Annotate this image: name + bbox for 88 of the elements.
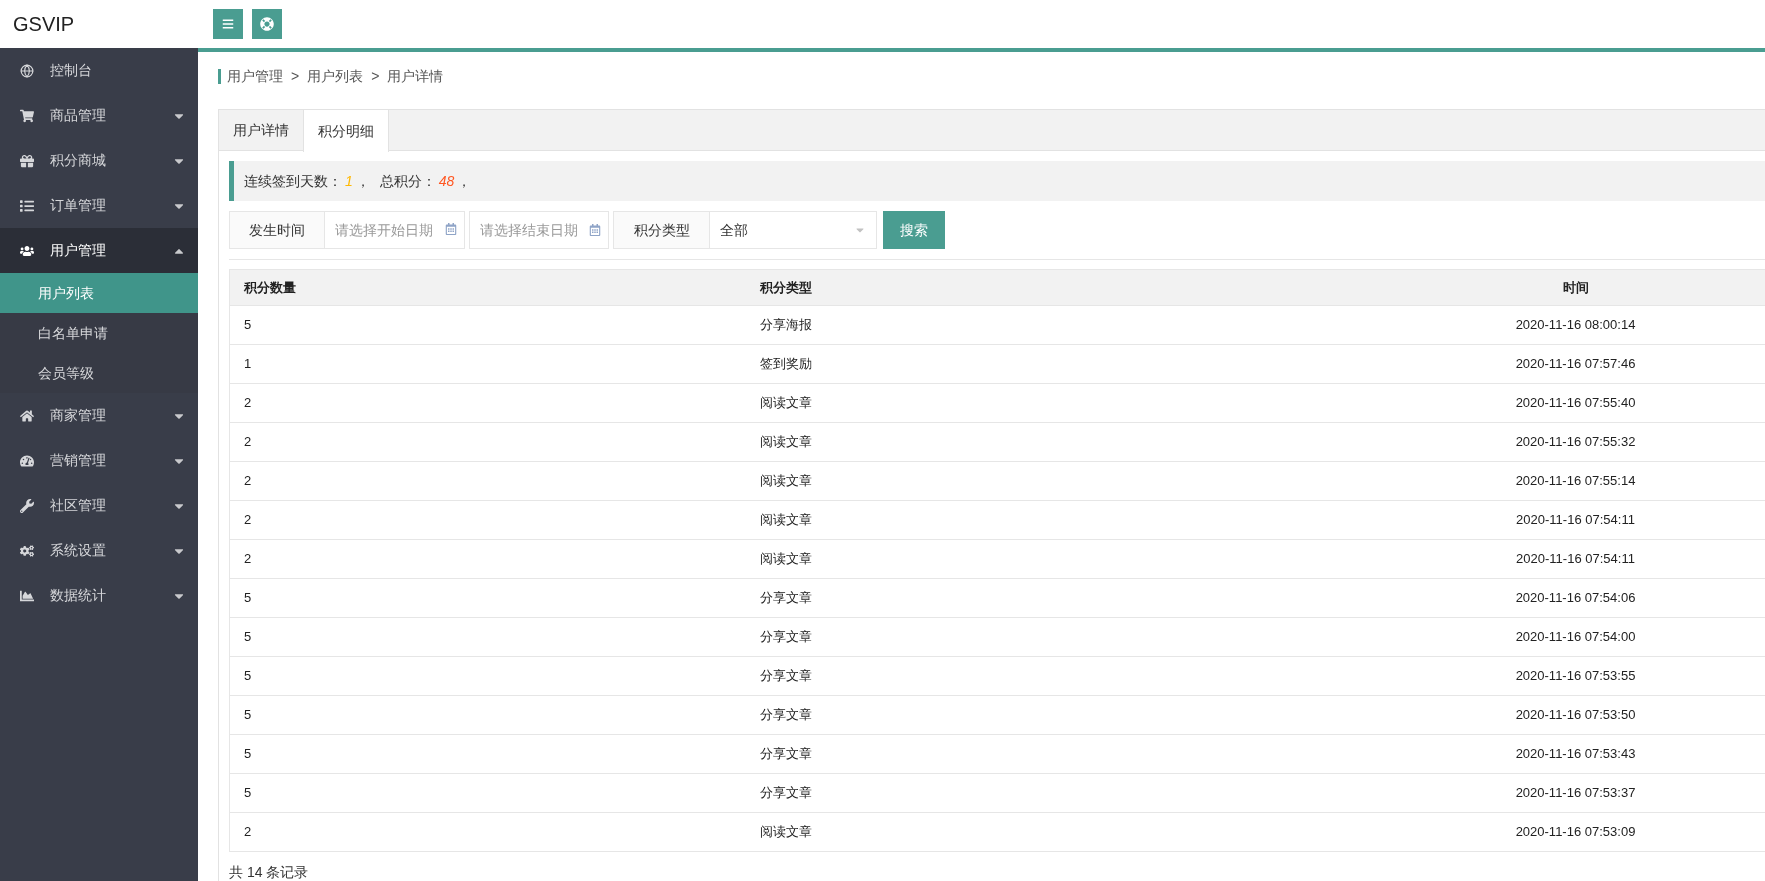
column-header: 积分类型 — [759, 278, 813, 297]
table-cell-text: 2020-11-16 07:54:11 — [1515, 511, 1636, 530]
column-header: 积分数量 — [243, 278, 297, 297]
house-icon — [20, 408, 34, 423]
sidebar-item[interactable]: 营销管理 — [0, 438, 198, 483]
table-cell-text: 2 — [243, 394, 253, 413]
help-button[interactable] — [252, 9, 282, 39]
users-icon — [20, 243, 34, 258]
table-cell-text: 2020-11-16 07:55:40 — [1514, 394, 1637, 413]
table-cell-text: 2020-11-16 08:00:14 — [1514, 316, 1637, 335]
summary-text: 总积分： 48 ， — [379, 171, 472, 191]
table-cell-text: 分享文章 — [759, 784, 813, 803]
table-cell-text: 5 — [243, 667, 253, 686]
table-cell-text: 阅读文章 — [759, 433, 813, 452]
wrench-icon — [20, 498, 34, 513]
table-cell-text: 2 — [243, 823, 253, 842]
life-ring-icon — [260, 17, 274, 31]
breadcrumb-link[interactable]: 用户详情 — [387, 65, 444, 87]
table-cell-text: 2020-11-16 07:57:46 — [1514, 355, 1637, 374]
table-cell-text: 2 — [243, 472, 253, 491]
sidebar-item[interactable]: 系统设置 — [0, 528, 198, 573]
table-cell-text: 分享文章 — [759, 745, 813, 764]
submenu-item[interactable]: 用户列表 — [0, 273, 198, 313]
cart-icon — [20, 108, 34, 123]
table-cell-text: 签到奖励 — [759, 355, 813, 374]
sidebar-item[interactable]: 用户管理 — [0, 228, 198, 273]
gears-icon — [20, 543, 34, 558]
area-chart-icon — [20, 588, 34, 603]
table-cell-text: 2 — [243, 433, 253, 452]
table-cell-text: 阅读文章 — [759, 823, 813, 842]
table-cell-text: 阅读文章 — [759, 511, 813, 530]
breadcrumb-link[interactable]: 用户管理 — [227, 65, 283, 87]
record-count: 共 14 条记录 — [229, 863, 310, 881]
table-cell-text: 2020-11-16 07:55:32 — [1514, 433, 1637, 452]
table-cell-text: 2020-11-16 07:55:14 — [1514, 472, 1637, 491]
tab[interactable]: 积分明细 — [303, 110, 389, 152]
gauge-icon — [20, 453, 34, 468]
logo: GSVIP — [12, 12, 76, 37]
table-cell-text: 分享文章 — [759, 628, 813, 647]
date-label: 发生时间 — [229, 211, 325, 249]
table-cell-text: 分享文章 — [759, 706, 813, 725]
table-cell-text: 5 — [243, 784, 253, 803]
table-cell-text: 阅读文章 — [759, 550, 813, 569]
table-cell-text: 2020-11-16 07:54:06 — [1514, 589, 1637, 608]
globe-icon — [20, 63, 34, 78]
table-cell-text: 分享文章 — [759, 589, 813, 608]
sidebar-item[interactable]: 订单管理 — [0, 183, 198, 228]
table-cell-text: 1 — [243, 355, 253, 374]
table-cell-text: 5 — [243, 589, 253, 608]
table-cell-text: 5 — [243, 706, 253, 725]
calendar-icon — [445, 223, 457, 235]
menu-icon — [222, 18, 234, 30]
sidebar-item[interactable]: 社区管理 — [0, 483, 198, 528]
column-header: 时间 — [1561, 278, 1590, 297]
table-cell-text: 5 — [243, 628, 253, 647]
table-cell-text: 2 — [243, 511, 253, 530]
table-cell-text: 2020-11-16 07:53:55 — [1514, 667, 1637, 686]
submenu-item[interactable]: 白名单申请 — [0, 313, 198, 353]
sidebar-item[interactable]: 商家管理 — [0, 393, 198, 438]
sidebar-item[interactable]: 商品管理 — [0, 93, 198, 138]
table-cell-text: 2020-11-16 07:54:11 — [1515, 550, 1636, 569]
table-cell-text: 阅读文章 — [759, 394, 813, 413]
table-cell-text: 分享文章 — [759, 667, 813, 686]
breadcrumb-separator: > — [371, 66, 380, 86]
calendar-icon — [589, 224, 601, 236]
tab[interactable]: 用户详情 — [219, 110, 303, 150]
table-cell-text: 2020-11-16 07:54:00 — [1514, 628, 1637, 647]
sidebar-item[interactable]: 控制台 — [0, 48, 198, 93]
breadcrumb-separator: > — [291, 66, 300, 86]
end-date-field[interactable]: 请选择结束日期 — [469, 211, 609, 249]
table-cell-text: 2020-11-16 07:53:37 — [1514, 784, 1637, 803]
start-date-field[interactable]: 请选择开始日期 — [325, 211, 465, 249]
sidebar-item[interactable]: 积分商城 — [0, 138, 198, 183]
list-icon — [20, 198, 34, 213]
table-cell-text: 2020-11-16 07:53:43 — [1514, 745, 1637, 764]
table-cell-text: 2 — [243, 550, 253, 569]
breadcrumb-link[interactable]: 用户列表 — [307, 65, 364, 87]
summary-text: 连续签到天数： 1 ， — [244, 171, 370, 191]
table-cell-text: 分享海报 — [759, 316, 813, 335]
submenu-item[interactable]: 会员等级 — [0, 353, 198, 393]
gift-icon — [20, 153, 34, 168]
table-cell-text: 2020-11-16 07:53:09 — [1514, 823, 1637, 842]
sidebar-item[interactable]: 数据统计 — [0, 573, 198, 618]
table-cell-text: 阅读文章 — [759, 472, 813, 491]
table-cell-text: 5 — [243, 745, 253, 764]
menu-button[interactable] — [213, 9, 243, 39]
table-cell-text: 5 — [243, 316, 253, 335]
table-cell-text: 2020-11-16 07:53:50 — [1514, 706, 1637, 725]
